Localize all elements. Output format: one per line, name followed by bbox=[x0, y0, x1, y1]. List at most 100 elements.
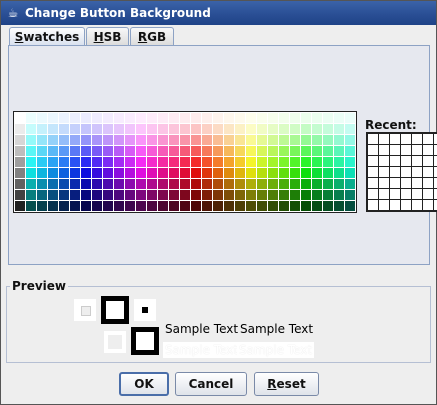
recent-swatch[interactable] bbox=[411, 166, 423, 178]
color-swatch[interactable] bbox=[158, 157, 168, 167]
color-swatch[interactable] bbox=[158, 146, 168, 156]
color-swatch[interactable] bbox=[334, 179, 344, 189]
color-swatch[interactable] bbox=[147, 146, 157, 156]
color-swatch[interactable] bbox=[312, 157, 322, 167]
recent-swatch[interactable] bbox=[389, 155, 401, 167]
recent-swatch[interactable] bbox=[378, 166, 390, 178]
color-swatch[interactable] bbox=[213, 201, 223, 211]
color-swatch[interactable] bbox=[136, 190, 146, 200]
color-swatch[interactable] bbox=[191, 179, 201, 189]
color-swatch[interactable] bbox=[268, 135, 278, 145]
color-swatch[interactable] bbox=[279, 124, 289, 134]
color-swatch[interactable] bbox=[15, 190, 25, 200]
recent-swatch[interactable] bbox=[422, 144, 434, 156]
color-swatch[interactable] bbox=[114, 201, 124, 211]
color-swatch[interactable] bbox=[48, 201, 58, 211]
color-swatch[interactable] bbox=[92, 190, 102, 200]
recent-swatch[interactable] bbox=[378, 133, 390, 145]
color-swatch[interactable] bbox=[158, 135, 168, 145]
tab-swatches[interactable]: Swatches bbox=[9, 27, 85, 46]
color-swatch[interactable] bbox=[290, 124, 300, 134]
color-swatch[interactable] bbox=[290, 113, 300, 123]
color-swatch[interactable] bbox=[202, 135, 212, 145]
color-swatch[interactable] bbox=[334, 157, 344, 167]
recent-swatch[interactable] bbox=[422, 188, 434, 200]
color-swatch[interactable] bbox=[180, 157, 190, 167]
color-swatch[interactable] bbox=[70, 201, 80, 211]
color-swatch[interactable] bbox=[312, 190, 322, 200]
color-swatch[interactable] bbox=[224, 201, 234, 211]
color-swatch[interactable] bbox=[279, 157, 289, 167]
color-swatch[interactable] bbox=[301, 146, 311, 156]
color-swatch[interactable] bbox=[136, 113, 146, 123]
color-swatch[interactable] bbox=[268, 201, 278, 211]
color-swatch[interactable] bbox=[323, 146, 333, 156]
color-swatch[interactable] bbox=[345, 179, 355, 189]
color-swatch[interactable] bbox=[279, 190, 289, 200]
color-swatch[interactable] bbox=[81, 179, 91, 189]
color-swatch[interactable] bbox=[213, 179, 223, 189]
color-swatch[interactable] bbox=[114, 113, 124, 123]
color-swatch[interactable] bbox=[169, 190, 179, 200]
recent-swatch[interactable] bbox=[422, 155, 434, 167]
recent-swatch[interactable] bbox=[367, 155, 379, 167]
recent-swatch[interactable] bbox=[389, 199, 401, 211]
color-swatch[interactable] bbox=[191, 190, 201, 200]
color-swatch[interactable] bbox=[15, 113, 25, 123]
color-swatch[interactable] bbox=[70, 124, 80, 134]
recent-swatch[interactable] bbox=[400, 133, 412, 145]
color-swatch[interactable] bbox=[147, 179, 157, 189]
color-swatch[interactable] bbox=[147, 157, 157, 167]
color-swatch[interactable] bbox=[114, 124, 124, 134]
color-swatch[interactable] bbox=[235, 135, 245, 145]
color-swatch[interactable] bbox=[191, 124, 201, 134]
color-swatch[interactable] bbox=[202, 146, 212, 156]
color-swatch[interactable] bbox=[191, 135, 201, 145]
recent-swatch[interactable] bbox=[411, 133, 423, 145]
color-swatch[interactable] bbox=[125, 179, 135, 189]
recent-swatch[interactable] bbox=[367, 199, 379, 211]
color-swatch[interactable] bbox=[180, 190, 190, 200]
color-swatch[interactable] bbox=[48, 190, 58, 200]
recent-swatch[interactable] bbox=[389, 133, 401, 145]
color-swatch[interactable] bbox=[158, 168, 168, 178]
recent-swatch[interactable] bbox=[400, 166, 412, 178]
color-swatch[interactable] bbox=[224, 168, 234, 178]
color-swatch[interactable] bbox=[279, 179, 289, 189]
color-swatch[interactable] bbox=[114, 190, 124, 200]
color-swatch[interactable] bbox=[279, 113, 289, 123]
color-swatch[interactable] bbox=[334, 146, 344, 156]
color-swatch[interactable] bbox=[213, 168, 223, 178]
recent-swatch[interactable] bbox=[411, 177, 423, 189]
color-swatch[interactable] bbox=[191, 113, 201, 123]
color-swatch[interactable] bbox=[114, 179, 124, 189]
color-swatch[interactable] bbox=[323, 179, 333, 189]
color-swatch[interactable] bbox=[37, 168, 47, 178]
recent-swatch[interactable] bbox=[400, 144, 412, 156]
color-swatch[interactable] bbox=[125, 168, 135, 178]
color-swatch[interactable] bbox=[345, 113, 355, 123]
color-swatch[interactable] bbox=[257, 146, 267, 156]
color-swatch[interactable] bbox=[59, 168, 69, 178]
color-swatch[interactable] bbox=[26, 201, 36, 211]
color-swatch[interactable] bbox=[323, 190, 333, 200]
color-swatch[interactable] bbox=[169, 113, 179, 123]
color-swatch[interactable] bbox=[180, 135, 190, 145]
color-swatch[interactable] bbox=[301, 168, 311, 178]
color-swatch[interactable] bbox=[224, 135, 234, 145]
color-swatch[interactable] bbox=[169, 124, 179, 134]
color-swatch[interactable] bbox=[301, 135, 311, 145]
color-swatch[interactable] bbox=[169, 157, 179, 167]
color-swatch[interactable] bbox=[312, 201, 322, 211]
color-swatch[interactable] bbox=[48, 168, 58, 178]
color-swatch[interactable] bbox=[70, 168, 80, 178]
color-swatch[interactable] bbox=[180, 124, 190, 134]
color-swatch[interactable] bbox=[323, 201, 333, 211]
color-swatch[interactable] bbox=[257, 201, 267, 211]
color-swatch[interactable] bbox=[224, 124, 234, 134]
color-swatch[interactable] bbox=[136, 168, 146, 178]
color-swatch[interactable] bbox=[169, 135, 179, 145]
color-swatch[interactable] bbox=[213, 146, 223, 156]
color-swatch[interactable] bbox=[81, 201, 91, 211]
color-swatch[interactable] bbox=[180, 179, 190, 189]
